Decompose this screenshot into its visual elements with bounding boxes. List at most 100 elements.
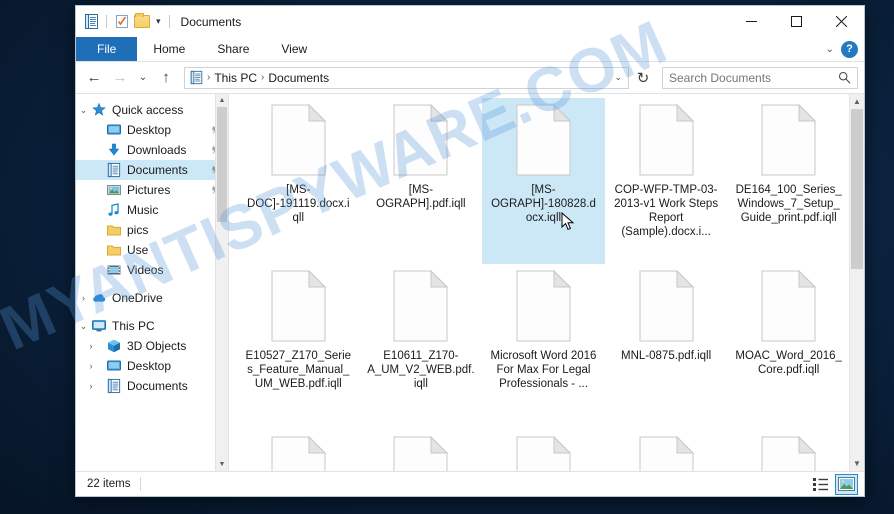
sidebar-group-label: This PC <box>112 319 155 333</box>
file-list-scrollbar[interactable]: ▲ ▼ <box>849 94 864 471</box>
chevron-right-icon[interactable]: › <box>76 293 91 303</box>
video-icon <box>106 262 122 278</box>
file-item[interactable]: MNL-0875.pdf.iqll <box>605 264 728 430</box>
minimize-button[interactable] <box>729 6 774 37</box>
breadcrumb-documents[interactable]: Documents <box>265 71 332 85</box>
tab-share[interactable]: Share <box>201 37 265 61</box>
generic-file-icon <box>271 104 326 176</box>
file-list-pane[interactable]: [MS-DOC]-191119.docx.iqll [MS-OGRAPH].pd… <box>229 94 864 471</box>
search-icon[interactable] <box>838 71 851 84</box>
sidebar-item-this-pc-documents[interactable]: › Documents <box>76 376 228 396</box>
breadcrumb[interactable]: › This PC › Documents ⌄ <box>184 66 629 89</box>
sidebar-group-quick-access[interactable]: ⌄ Quick access <box>76 100 228 120</box>
recent-locations-icon[interactable]: ⌄ <box>134 66 152 90</box>
folder-icon[interactable] <box>134 13 150 28</box>
generic-file-icon <box>393 436 449 471</box>
sidebar-item-use[interactable]: Use <box>76 240 228 260</box>
sidebar-item-pics[interactable]: pics <box>76 220 228 240</box>
scroll-up-icon[interactable]: ▲ <box>216 94 228 107</box>
tab-home[interactable]: Home <box>137 37 201 61</box>
file-grid: [MS-DOC]-191119.docx.iqll [MS-OGRAPH].pd… <box>229 94 864 471</box>
sidebar-item-3d-objects[interactable]: › 3D Objects <box>76 336 228 356</box>
file-name: [MS-OGRAPH]-180828.docx.iqll <box>491 184 596 224</box>
scroll-down-icon[interactable]: ▼ <box>850 456 864 471</box>
sidebar-item-documents[interactable]: Documents <box>76 160 228 180</box>
scroll-down-icon[interactable]: ▼ <box>216 458 228 471</box>
file-name: E10611_Z170-A_UM_V2_WEB.pdf.iqll <box>367 350 475 390</box>
help-icon[interactable]: ? <box>841 40 858 58</box>
chevron-right-icon[interactable]: › <box>76 341 106 351</box>
sidebar-item-label: Pictures <box>127 183 171 197</box>
file-item-partial[interactable] <box>482 430 605 471</box>
generic-file-icon <box>639 104 694 176</box>
file-item[interactable]: E10611_Z170-A_UM_V2_WEB.pdf.iqll <box>360 264 483 430</box>
chevron-right-icon[interactable]: › <box>76 381 106 391</box>
sidebar-item-this-pc-desktop[interactable]: › Desktop <box>76 356 228 376</box>
sidebar-item-pictures[interactable]: Pictures <box>76 180 228 200</box>
maximize-button[interactable] <box>774 6 819 37</box>
address-bar: ← → ⌄ ↑ › This PC › Documents ⌄ ↻ Search… <box>76 62 864 93</box>
file-item[interactable]: E10527_Z170_Series_Feature_Manual_UM_WEB… <box>237 264 360 430</box>
sidebar-item-label: Downloads <box>127 143 187 157</box>
refresh-button[interactable]: ↻ <box>631 66 655 90</box>
window-title: Documents <box>180 14 242 29</box>
address-dropdown-icon[interactable]: ⌄ <box>614 72 622 83</box>
back-button[interactable]: ← <box>82 66 106 90</box>
file-item[interactable]: MOAC_Word_2016_Core.pdf.iqll <box>727 264 850 430</box>
chevron-right-icon[interactable]: › <box>76 361 106 371</box>
new-folder-check-icon[interactable] <box>113 13 130 30</box>
document-icon <box>106 378 122 394</box>
generic-file-icon <box>393 270 449 342</box>
properties-icon[interactable] <box>83 13 100 30</box>
close-button[interactable] <box>819 6 864 37</box>
sidebar-item-videos[interactable]: Videos <box>76 260 228 280</box>
generic-file-icon <box>761 436 817 471</box>
generic-file-icon <box>639 270 694 342</box>
file-item-partial[interactable] <box>727 430 850 471</box>
sidebar-group-onedrive[interactable]: › OneDrive <box>76 288 228 308</box>
file-item[interactable]: [MS-OGRAPH].pdf.iqll <box>360 98 483 264</box>
monitor-icon <box>106 122 122 138</box>
file-scroll-thumb[interactable] <box>851 109 863 269</box>
music-icon <box>106 202 122 218</box>
sidebar-scroll-thumb[interactable] <box>217 107 227 222</box>
search-input[interactable]: Search Documents <box>662 66 858 89</box>
chevron-down-icon[interactable]: ⌄ <box>826 44 834 55</box>
file-item-partial[interactable] <box>605 430 728 471</box>
sidebar-item-desktop[interactable]: Desktop <box>76 120 228 140</box>
file-name: E10527_Z170_Series_Feature_Manual_UM_WEB… <box>245 350 352 390</box>
generic-file-icon <box>639 436 694 471</box>
file-item-partial[interactable] <box>237 430 360 471</box>
cube-icon <box>106 338 122 354</box>
sidebar-scrollbar[interactable]: ▲ ▼ <box>215 94 228 471</box>
chevron-down-icon[interactable]: ⌄ <box>76 105 91 116</box>
details-view-button[interactable] <box>809 474 832 495</box>
file-item[interactable]: COP-WFP-TMP-03-2013-v1 Work Steps Report… <box>605 98 728 264</box>
file-item-partial[interactable] <box>360 430 483 471</box>
file-item[interactable]: DE164_100_Series_Windows_7_Setup_Guide_p… <box>727 98 850 264</box>
sidebar-item-downloads[interactable]: Downloads <box>76 140 228 160</box>
chevron-down-icon[interactable]: ⌄ <box>76 321 91 332</box>
chevron-down-icon[interactable]: ▾ <box>154 17 163 26</box>
navigation-pane: ⌄ Quick access Desktop Downloads Documen… <box>76 94 228 471</box>
tab-file[interactable]: File <box>76 37 138 61</box>
file-item[interactable]: Microsoft Word 2016 For Max For Legal Pr… <box>482 264 605 430</box>
breadcrumb-this-pc[interactable]: This PC <box>211 71 260 85</box>
generic-file-icon <box>761 104 817 176</box>
sidebar-item-label: Use <box>127 243 149 257</box>
scroll-up-icon[interactable]: ▲ <box>850 94 864 109</box>
sidebar-item-music[interactable]: Music <box>76 200 228 220</box>
sidebar-group-this-pc[interactable]: ⌄ This PC <box>76 316 228 336</box>
monitor-icon <box>106 358 122 374</box>
sidebar-item-label: Desktop <box>127 359 172 373</box>
file-item[interactable]: [MS-DOC]-191119.docx.iqll <box>237 98 360 264</box>
sidebar-item-label: Music <box>127 203 159 217</box>
large-icons-view-button[interactable] <box>835 473 858 495</box>
folder-icon <box>106 222 122 238</box>
file-name: MNL-0875.pdf.iqll <box>621 350 712 362</box>
generic-file-icon <box>516 270 571 342</box>
up-button[interactable]: ↑ <box>154 66 178 90</box>
tab-view[interactable]: View <box>265 37 323 61</box>
forward-button[interactable]: → <box>108 66 132 90</box>
file-item-selected[interactable]: [MS-OGRAPH]-180828.docx.iqll <box>482 98 605 264</box>
